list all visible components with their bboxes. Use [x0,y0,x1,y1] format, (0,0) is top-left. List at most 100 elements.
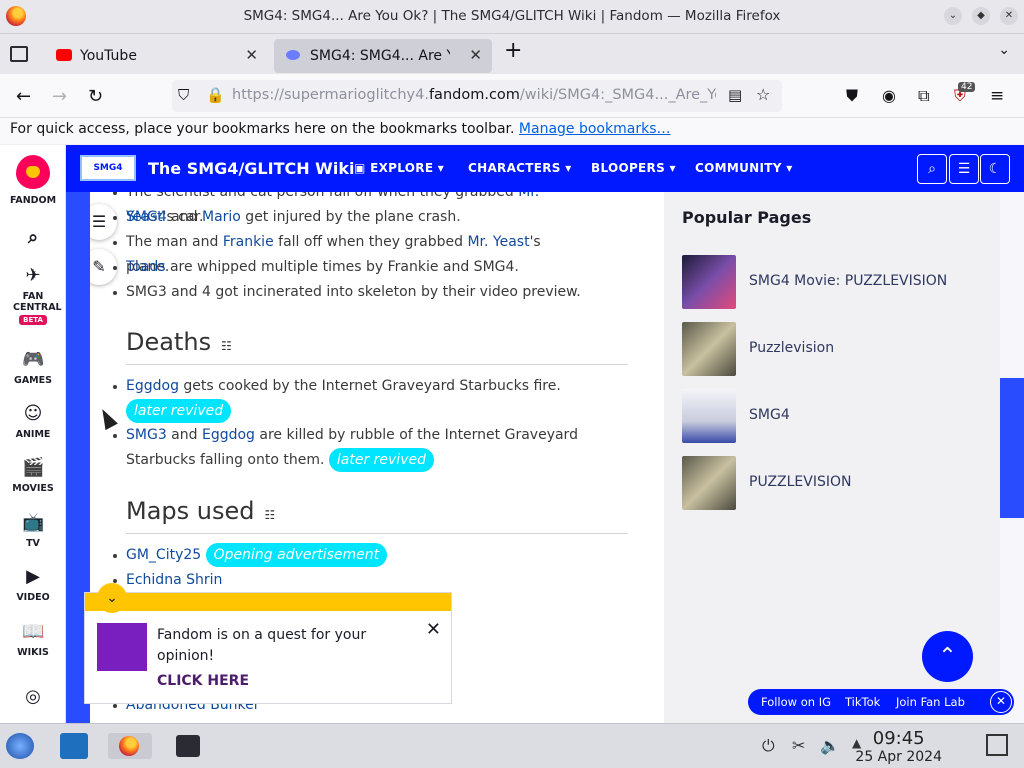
smg3-link[interactable]: SMG3 [126,427,167,443]
wiki-search-icon[interactable]: ⌕ [917,154,947,184]
rail-games[interactable]: 🎮 GAMES [0,349,66,386]
toc-toggle-icon[interactable]: ☰ [90,204,117,240]
nav-characters[interactable]: CHARACTERS ▾ [468,161,572,175]
popular-page-link[interactable]: Puzzlevision [749,340,834,356]
firefox-taskbar-icon[interactable] [108,733,152,759]
extensions-icon[interactable]: ⧉ [918,86,929,106]
rail-games-label: GAMES [14,375,52,386]
wiki-logo[interactable]: SMG4 GLITCH [80,155,136,195]
toc-icon[interactable]: ☷ [221,339,232,353]
window-title: SMG4: SMG4... Are You Ok? | The SMG4/GLI… [243,8,781,24]
discussions-icon[interactable]: ☰ [949,154,979,184]
rail-anime-label: ANIME [15,429,51,440]
tiktok-link[interactable]: TikTok [845,695,880,709]
frankie-link[interactable]: Frankie [223,234,274,250]
rail-account[interactable]: ◎ [0,686,66,712]
start-menu-icon[interactable] [6,733,34,759]
tab-youtube[interactable]: YouTube ✕ [44,39,268,73]
tab-list-icon[interactable] [10,46,28,62]
rail-movies[interactable]: 🎬 MOVIES [0,457,66,494]
list-all-tabs-icon[interactable]: ⌄ [998,42,1010,58]
rail-anime[interactable]: ☺ ANIME [0,403,66,440]
clapperboard-icon: 🎬 [22,457,45,478]
toc-icon[interactable]: ☷ [265,508,276,522]
close-tab-icon[interactable]: ✕ [245,46,258,64]
list-item: SMG4 and Mario get injured by the plane … [113,205,586,230]
bookmark-star-icon[interactable]: ☆ [756,85,770,104]
close-window-button[interactable]: ✕ [1000,7,1018,25]
rail-fan-central-label: FAN CENTRAL [13,291,62,313]
later-revived-tag: later revived [126,398,232,423]
reload-icon[interactable]: ↻ [88,86,103,107]
scissors-icon[interactable]: ✂ [792,736,805,755]
video-play-icon: ▶ [26,566,40,587]
url-bar[interactable]: ⛉ 🔒 https://supermarioglitchy4.fandom.co… [172,80,782,112]
maximize-button[interactable]: ◆ [972,7,990,25]
follow-bar: Follow on IG TikTok Join Fan Lab ✕ [748,689,1014,715]
rail-fandom[interactable]: FANDOM [0,155,66,206]
forward-icon[interactable]: → [52,86,67,107]
collapse-chevron-icon[interactable]: ⌄ [97,583,127,613]
wiki-title[interactable]: The SMG4/GLITCH Wiki [148,159,354,178]
clock[interactable]: 09:45 25 Apr 2024 [855,728,942,765]
user-icon: ◎ [25,686,41,707]
later-revived-tag: later revived [328,448,434,472]
file-manager-icon[interactable] [60,733,88,759]
back-icon[interactable]: ← [16,86,31,107]
click-here-link[interactable]: CLICK HERE [157,673,249,689]
tab-smg4-wiki[interactable]: SMG4: SMG4... Are You O ✕ [274,39,492,73]
eggdog-link[interactable]: Eggdog [202,427,255,443]
popular-page-item[interactable]: SMG4 [682,389,982,445]
pocket-icon[interactable]: ⛊ [846,86,858,106]
toads-link[interactable]: Toads [126,259,166,275]
scroll-to-top-button[interactable]: ⌃ [922,631,973,682]
popular-page-item[interactable]: Puzzlevision [682,322,982,378]
anime-face-icon: ☺ [23,403,43,424]
show-desktop-icon[interactable] [986,734,1008,756]
dark-mode-icon[interactable]: ☾ [980,154,1010,184]
rail-video-label: VIDEO [16,592,50,603]
nav-explore[interactable]: ▣ EXPLORE ▾ [354,161,444,175]
echidna-shrine-link[interactable]: Echidna Shrin [126,572,222,588]
popular-page-link[interactable]: SMG4 [749,407,790,423]
rocket-icon: ✈ [25,265,41,286]
page-thumbnail [682,389,736,443]
minimize-button[interactable]: ⌄ [944,7,962,25]
join-fan-lab-link[interactable]: Join Fan Lab [896,695,965,709]
new-tab-button[interactable]: + [504,38,522,63]
reader-view-icon[interactable]: ▤ [728,86,742,104]
popular-page-item[interactable]: SMG4 Movie: PUZZLEVISION [682,255,982,311]
smg4-link[interactable]: SMG4 [126,209,167,225]
bookmarks-toolbar: For quick access, place your bookmarks h… [0,118,1024,144]
network-icon[interactable]: ⏻ [762,736,775,756]
manage-bookmarks-link[interactable]: Manage bookmarks… [519,121,671,137]
popular-page-item[interactable]: PUZZLEVISION [682,456,982,512]
close-tab-icon[interactable]: ✕ [469,46,482,64]
volume-icon[interactable]: 🔈 [820,736,840,755]
account-icon[interactable]: ◉ [882,86,896,105]
nav-community[interactable]: COMMUNITY ▾ [695,161,793,175]
close-popup-icon[interactable]: ✕ [426,619,441,640]
mr-yeast-link[interactable]: Mr. Yeast [467,234,529,250]
mario-link[interactable]: Mario [202,209,241,225]
lock-icon[interactable]: 🔒 [206,86,225,104]
rail-wikis[interactable]: 📖 WIKIS [0,621,66,658]
maps-heading: Maps used ☷ [126,497,276,525]
gm-city25-link[interactable]: GM_City25 [126,547,201,563]
nav-bloopers[interactable]: BLOOPERS ▾ [591,161,676,175]
rail-tv[interactable]: 📺 TV [0,512,66,549]
menu-icon[interactable]: ≡ [990,86,1004,106]
rail-search[interactable]: ⌕ [0,227,66,253]
close-follow-bar-icon[interactable]: ✕ [990,691,1012,713]
url-text[interactable]: https://supermarioglitchy4.fandom.com/wi… [232,87,716,103]
popular-page-link[interactable]: SMG4 Movie: PUZZLEVISION [749,273,947,289]
terminal-icon[interactable] [176,735,200,757]
follow-ig-link[interactable]: Follow on IG [761,695,831,709]
popular-pages-title: Popular Pages [682,208,812,227]
eggdog-link[interactable]: Eggdog [126,378,179,394]
rail-fan-central[interactable]: ✈ FAN CENTRAL BETA [0,265,66,325]
popular-page-link[interactable]: PUZZLEVISION [749,474,851,490]
rail-video[interactable]: ▶ VIDEO [0,566,66,603]
list-item: Eggdog gets cooked by the Internet Grave… [113,374,586,423]
shield-icon[interactable]: ⛉ [178,86,189,104]
